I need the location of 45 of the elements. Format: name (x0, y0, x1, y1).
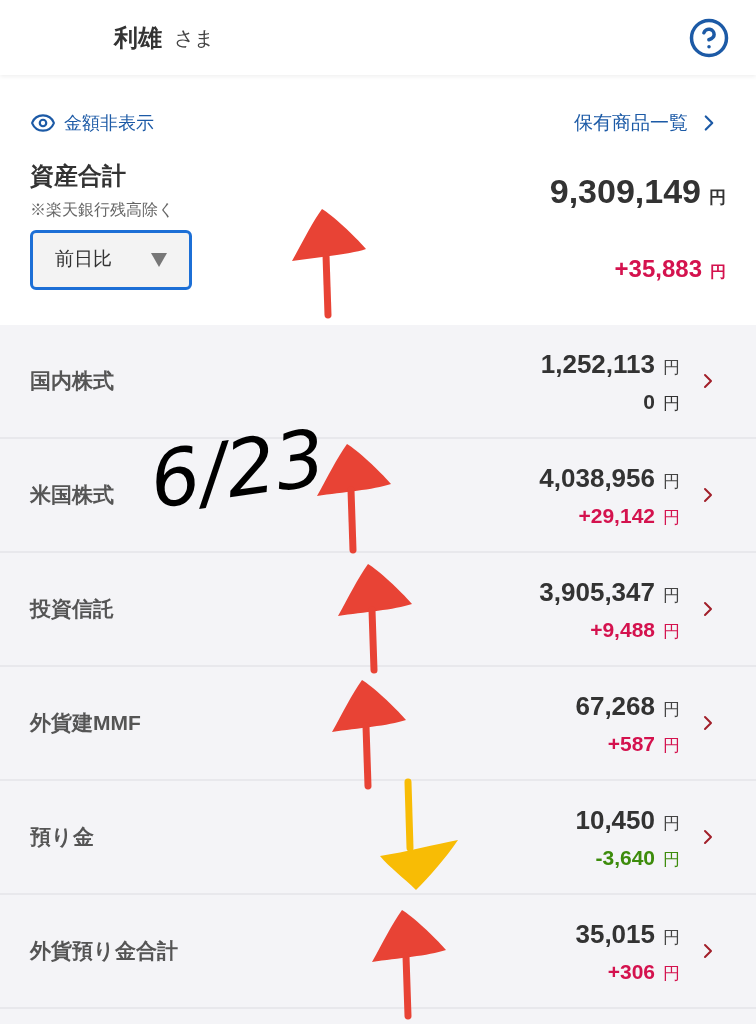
handwritten-note: 6/23 (145, 418, 330, 520)
hide-amounts-toggle[interactable]: 金額非表示 (30, 109, 154, 137)
category-amount: 4,038,956 (539, 461, 655, 495)
category-amount: 1,252,113 (540, 347, 655, 381)
yen-unit: 円 (663, 734, 680, 757)
yen-unit: 円 (663, 356, 680, 379)
category-amount: 3,905,347 (539, 575, 655, 609)
category-label: 外貨預り金合計 (30, 938, 178, 965)
total-assets-title: 資産合計 (30, 160, 127, 191)
category-change: +9,488 (590, 616, 655, 643)
category-label: 米国株式 (30, 482, 114, 509)
yen-unit: 円 (663, 392, 680, 415)
yen-unit: 円 (663, 584, 680, 607)
yen-unit: 円 (663, 848, 680, 871)
yen-unit: 円 (710, 261, 726, 282)
category-label: 国内株式 (30, 368, 114, 395)
category-label: 投資信託 (30, 596, 114, 623)
yen-unit: 円 (663, 620, 680, 643)
category-change: -3,640 (595, 844, 655, 871)
yen-unit: 円 (709, 186, 726, 209)
category-change: 0 (643, 388, 655, 415)
total-change: +35,883 (614, 253, 702, 284)
holdings-list-link[interactable]: 保有商品一覧 (574, 109, 726, 138)
dropdown-triangle-icon (151, 252, 167, 267)
category-change: +587 (607, 730, 655, 757)
category-amount: 10,450 (575, 803, 655, 837)
category-label: 外貨建MMF (30, 710, 141, 737)
yen-unit: 円 (663, 470, 680, 493)
help-icon[interactable] (688, 16, 730, 59)
user-name: 利雄 (114, 22, 162, 53)
yen-unit: 円 (663, 962, 680, 985)
yen-unit: 円 (663, 506, 680, 529)
category-change: +29,142 (578, 502, 655, 529)
category-amount: 67,268 (575, 689, 655, 723)
category-label: 預り金 (30, 824, 94, 851)
total-amount: 9,309,149 (549, 170, 701, 212)
yen-unit: 円 (663, 812, 680, 835)
honorific: さま (174, 25, 214, 51)
yen-unit: 円 (663, 926, 680, 949)
yen-unit: 円 (663, 698, 680, 721)
hide-amounts-label: 金額非表示 (64, 111, 154, 135)
category-amount: 35,015 (575, 917, 655, 951)
category-change: +306 (607, 958, 655, 985)
compare-dropdown[interactable]: 前日比 (30, 229, 192, 290)
bank-balance-note: ※楽天銀行残高除く (30, 199, 175, 220)
